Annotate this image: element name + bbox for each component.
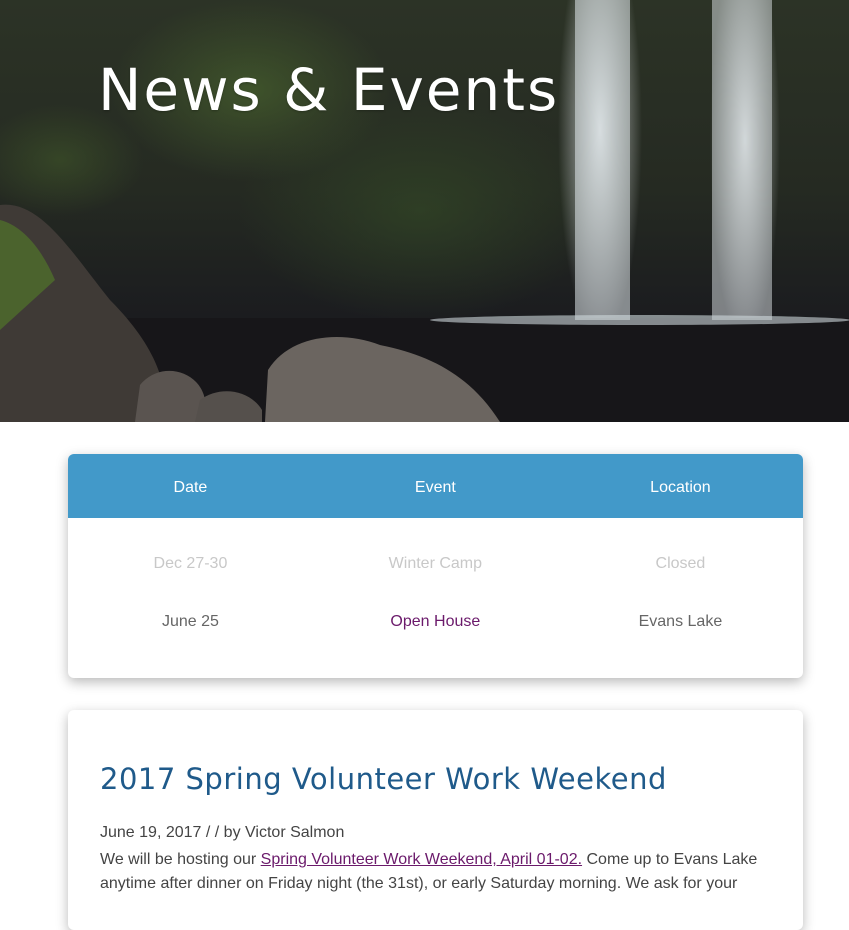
waterfall-left <box>575 0 630 320</box>
byline-label: by <box>223 824 241 841</box>
waterfall-right <box>712 0 772 320</box>
column-header-location: Location <box>650 478 711 496</box>
post-title[interactable]: 2017 Spring Volunteer Work Weekend <box>100 762 667 796</box>
post-body: We will be hosting our Spring Volunteer … <box>100 848 780 896</box>
events-card: Date Event Location Dec 27-30 Winter Cam… <box>68 454 803 678</box>
event-location: Evans Lake <box>638 613 723 630</box>
post-body-intro: We will be hosting our <box>100 851 261 868</box>
table-row: Dec 27-30 Winter Camp Closed <box>68 518 803 593</box>
page-title: News & Events <box>98 56 560 124</box>
event-name: Winter Camp <box>388 555 483 572</box>
event-name-cell: Open House <box>313 593 558 651</box>
meta-separator: / / <box>205 824 220 841</box>
column-header-date: Date <box>173 478 208 496</box>
blog-post-card: 2017 Spring Volunteer Work Weekend June … <box>68 710 803 930</box>
event-location: Closed <box>655 555 706 572</box>
hero-banner: News & Events <box>0 0 849 422</box>
table-row: June 25 Open House Evans Lake <box>68 593 803 651</box>
volunteer-weekend-link[interactable]: Spring Volunteer Work Weekend, April 01-… <box>261 851 582 868</box>
post-date: June 19, 2017 <box>100 824 202 841</box>
post-meta: June 19, 2017 / / by Victor Salmon <box>100 824 344 842</box>
event-link-open-house[interactable]: Open House <box>390 613 480 630</box>
events-table: Date Event Location Dec 27-30 Winter Cam… <box>68 454 803 651</box>
events-table-header: Date Event Location <box>68 454 803 518</box>
column-header-event: Event <box>414 478 456 496</box>
water-splash <box>430 315 849 325</box>
event-date: June 25 <box>161 613 219 630</box>
post-author: Victor Salmon <box>245 824 345 841</box>
event-date: Dec 27-30 <box>153 555 228 572</box>
